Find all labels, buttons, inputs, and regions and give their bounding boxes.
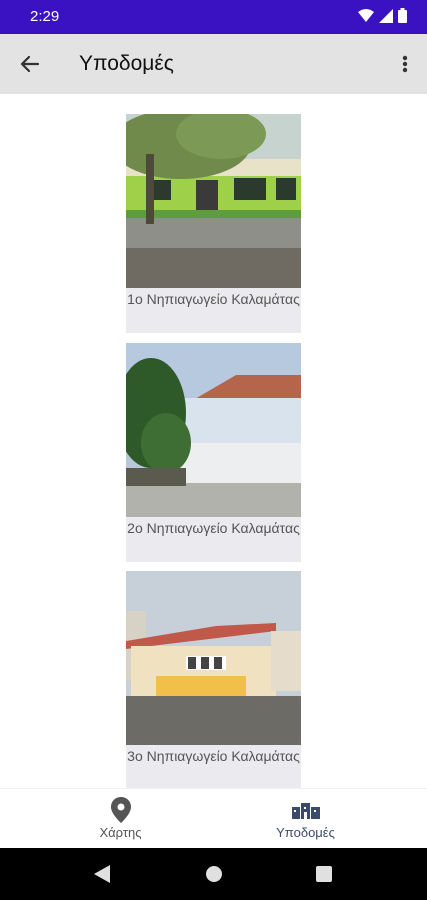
status-icons (358, 8, 407, 23)
facility-card[interactable]: 3ο Νηπιαγωγείο Καλαμάτας (126, 571, 301, 788)
overflow-menu-button[interactable] (395, 50, 415, 78)
facility-name: 1ο Νηπιαγωγείο Καλαμάτας (127, 291, 300, 307)
page-title: Υποδομές (79, 52, 174, 75)
nav-back-icon[interactable] (94, 865, 110, 883)
facility-list[interactable]: 1ο Νηπιαγωγείο Καλαμάτας 2ο Νηπιαγωγείο … (0, 94, 427, 788)
more-vert-icon (402, 55, 408, 73)
nav-item-facilities[interactable]: Υποδομές (199, 789, 412, 849)
signal-icon (379, 8, 393, 23)
map-pin-icon (110, 797, 131, 823)
nav-label-map: Χάρτης (99, 825, 142, 840)
facility-card[interactable]: 1ο Νηπιαγωγείο Καλαμάτας (126, 114, 301, 333)
facility-photo (126, 571, 301, 745)
nav-home-icon[interactable] (205, 865, 223, 883)
system-navigation-bar (0, 848, 427, 900)
status-bar: 2:29 (0, 0, 427, 34)
back-button[interactable] (16, 50, 44, 78)
nav-recents-icon[interactable] (316, 866, 332, 882)
battery-icon (398, 8, 407, 23)
app-bar: Υποδομές (0, 34, 427, 94)
bottom-navigation: Χάρτης Υποδομές (0, 788, 427, 849)
facility-name: 2ο Νηπιαγωγείο Καλαμάτας (127, 520, 300, 536)
facility-photo (126, 343, 301, 517)
facility-card[interactable]: 2ο Νηπιαγωγείο Καλαμάτας (126, 343, 301, 562)
facility-name: 3ο Νηπιαγωγείο Καλαμάτας (127, 748, 300, 764)
buildings-icon (291, 803, 320, 819)
nav-label-facilities: Υποδομές (276, 825, 335, 840)
nav-item-map[interactable]: Χάρτης (14, 789, 227, 849)
facility-photo (126, 114, 301, 288)
arrow-back-icon (20, 55, 40, 73)
status-time: 2:29 (30, 8, 60, 25)
wifi-icon (358, 8, 374, 22)
